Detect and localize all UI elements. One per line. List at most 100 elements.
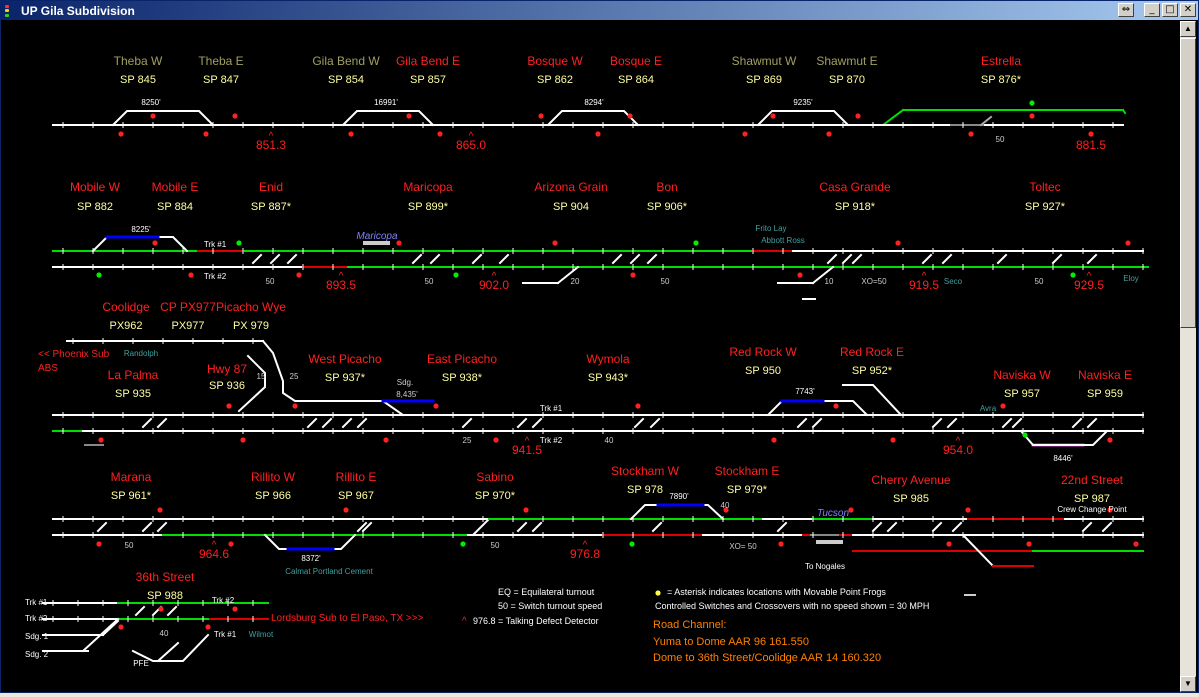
station-sp-code: PX 979 [233,320,269,332]
signal-icon [96,541,102,547]
speed-label: 25 [290,372,299,381]
station-name: Red Rock E [840,345,904,359]
track-segment [1121,108,1127,115]
maximize-button[interactable]: □ [1162,3,1178,17]
signal-icon [343,507,349,513]
speed-label: 25 [463,436,472,445]
track-segment [156,641,180,663]
track-label: Trk #2 [212,596,235,605]
siding-length: 8225' [131,225,151,234]
station-name: Maricopa [403,180,453,194]
legend-item: 976.8 = Talking Defect Detector [473,616,599,626]
signal-icon [188,272,194,278]
close-button[interactable]: ✕ [1180,3,1196,17]
window-title: UP Gila Subdivision [21,3,135,18]
station-sp-code: SP 876* [981,74,1022,86]
crossover-switch [96,521,108,533]
signal-icon [833,403,839,409]
track-label: Trk #1 [540,404,563,413]
station-sp-code: SP 870 [829,74,865,86]
station-name: Red Rock W [729,345,797,359]
road-channel-line: Dome to 36th Street/Coolidge AAR 14 160.… [653,652,881,664]
signal-icon [453,272,459,278]
milepost-label: 865.0 [456,138,486,152]
station-sp-code: SP 979* [727,484,768,496]
station-sp-code: SP 970* [475,490,516,502]
track-segment [629,504,725,521]
industry-label: Abbott Ross [761,236,805,245]
crossover-switch [1101,521,1113,533]
station-sp-code: SP 869 [746,74,782,86]
station-name: 22nd Street [1061,473,1124,487]
track-label: Trk #1 [214,630,237,639]
signal-icon [96,272,102,278]
crossover-switch [531,417,543,429]
industry-label: Wilmot [249,630,274,639]
station-sp-code: SP 936 [209,380,245,392]
crossover-switch [851,253,863,265]
speed-label: 15 [257,372,266,381]
crossover-switch [931,417,943,429]
signal-icon [655,590,661,596]
signal-icon [965,507,971,513]
industry-label: Eloy [1123,274,1139,283]
station-sp-code: SP 988 [147,590,183,602]
speed-label: 50 [425,277,434,286]
scroll-thumb[interactable] [1180,38,1196,328]
signal-icon [1026,541,1032,547]
station-sp-code: SP 966 [255,490,291,502]
speed-label: 20 [571,277,580,286]
crossover-switch [633,417,645,429]
track-label: Sdg. 2 [25,650,49,659]
signal-icon [770,113,776,119]
station-name: Mobile E [152,180,199,194]
track-segment [471,517,491,537]
signal-icon [629,541,635,547]
crossover-switch [356,417,368,429]
station-name: East Picacho [427,352,497,366]
crossover-switch [1071,417,1083,429]
title-bar[interactable]: UP Gila Subdivision ⇔ _ □ ✕ [1,1,1198,20]
crossover-switch [611,253,623,265]
signal-icon [771,437,777,443]
vertical-scrollbar[interactable]: ▲ ▼ [1180,21,1196,692]
signal-icon [797,272,803,278]
signal-icon [150,113,156,119]
station-sp-code: SP 857 [410,74,446,86]
signal-icon [437,131,443,137]
scroll-up-button[interactable]: ▲ [1180,21,1196,37]
station-sp-code: SP 882 [77,201,113,213]
siding-length: 8250' [141,98,161,107]
branch-label: To Nogales [805,562,845,571]
station-name: Bosque W [527,54,583,68]
milepost-label: 851.3 [256,138,286,152]
legend-item: Controlled Switches and Crossovers with … [655,601,929,611]
station-name: Coolidge [102,300,150,314]
signal-icon [203,131,209,137]
station-name: Marana [111,470,152,484]
station-name: CP PX977 [160,300,216,314]
station-name: Picacho Wye [216,300,286,314]
signal-icon [118,624,124,630]
station-name: Sabino [476,470,514,484]
station-name: Wymola [586,352,630,366]
signal-icon [826,131,832,137]
signal-icon [296,272,302,278]
crossover-switch [429,253,441,265]
resize-icon[interactable]: ⇔ [1118,3,1134,17]
station-name: Bon [656,180,677,194]
scroll-down-button[interactable]: ▼ [1180,676,1196,692]
signal-icon [232,606,238,612]
station-sp-code: SP 950 [745,365,781,377]
station-name: Theba E [198,54,243,68]
minimize-button[interactable]: _ [1144,3,1160,17]
station-name: Estrella [981,54,1021,68]
station-sp-code: SP 904 [553,201,589,213]
track-diagram: Theba W SP 845 Theba E SP 847 Gila Bend W SP … [3,21,1181,692]
station-sp-code: SP 943* [588,372,629,384]
crossover-switch [651,521,663,533]
signal-icon [240,437,246,443]
crossover-switch [776,521,788,533]
signal-icon [205,624,211,630]
crossover-switch [156,417,168,429]
